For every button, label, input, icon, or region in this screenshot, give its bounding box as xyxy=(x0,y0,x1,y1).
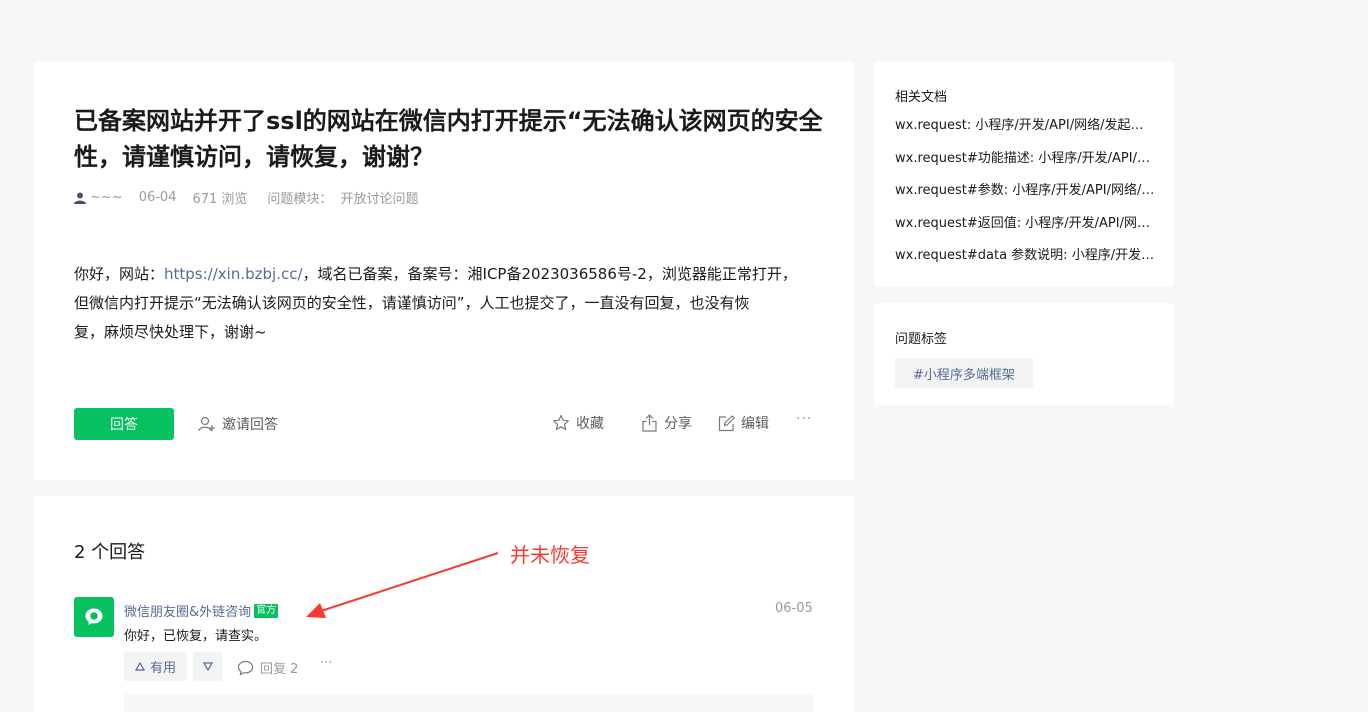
question-meta: ~~~ 06-04 671 浏览 问题模块： 开放讨论问题 xyxy=(74,188,418,207)
question-module-label: 问题模块： xyxy=(267,192,333,207)
body-prefix: 你好，网站： xyxy=(74,265,165,283)
related-docs-list: wx.request: 小程序/开发/API/网络/发起请求/wx.reques… xyxy=(895,118,1155,281)
edit-icon xyxy=(718,414,735,431)
answer-text: 你好，已恢复，请查实。 xyxy=(124,629,268,644)
edit-label: 编辑 xyxy=(741,416,769,432)
body-line1-rest: ，域名已备案，备案号：湘ICP备2023036586号-2，浏览器能正常打开， xyxy=(302,265,797,283)
body-line-2: 但微信内打开提示“无法确认该网页的安全性，请谨慎访问”，人工也提交了，一直没有回… xyxy=(74,294,750,312)
related-docs-card: 相关文档 wx.request: 小程序/开发/API/网络/发起请求/wx.r… xyxy=(874,61,1174,287)
question-module-link[interactable]: 开放讨论问题 xyxy=(340,188,418,207)
question-tags-title: 问题标签 xyxy=(895,332,948,347)
question-views: 671 浏览 xyxy=(192,192,248,207)
comment-icon xyxy=(237,660,254,676)
share-icon xyxy=(642,414,657,432)
reply-label: 回复 2 xyxy=(260,662,299,677)
reply-preview-box xyxy=(124,694,814,712)
related-docs-title: 相关文档 xyxy=(895,90,948,105)
favorite-label: 收藏 xyxy=(576,416,604,432)
reply-button[interactable]: 回复 2 xyxy=(237,658,298,677)
useful-button[interactable]: 有用 xyxy=(124,652,187,681)
body-link[interactable]: https://xin.bzbj.cc/ xyxy=(164,265,303,283)
tag-chip[interactable]: #小程序多端框架 xyxy=(895,358,1033,388)
question-author[interactable]: ~~~ xyxy=(90,190,123,205)
question-title: 已备案网站并开了ssl的网站在微信内打开提示“无法确认该网页的安全性，请谨慎访问… xyxy=(74,107,823,171)
not-useful-button[interactable] xyxy=(193,652,222,681)
more-options-button[interactable]: ··· xyxy=(796,411,812,427)
question-body: 你好，网站：https://xin.bzbj.cc/，域名已备案，备案号：湘IC… xyxy=(74,260,814,347)
star-icon xyxy=(553,414,569,431)
wechat-logo-icon xyxy=(85,608,103,625)
answer-author-name[interactable]: 微信朋友圈&外链咨询 xyxy=(124,601,251,620)
answer-more-button[interactable]: ··· xyxy=(320,656,332,671)
answer-author: 微信朋友圈&外链咨询 官方 xyxy=(124,601,279,620)
answers-card: 2 个回答 微信朋友圈&外链咨询 官方 06-05 你好，已恢复，请查实。 有用… xyxy=(34,496,854,712)
question-date: 06-04 xyxy=(138,190,177,205)
useful-label: 有用 xyxy=(149,661,176,676)
triangle-up-icon xyxy=(134,662,145,671)
favorite-button[interactable]: 收藏 xyxy=(552,413,604,433)
doc-link[interactable]: wx.request#返回值: 小程序/开发/API/网络/发起请求 xyxy=(895,216,1155,249)
doc-link[interactable]: wx.request#功能描述: 小程序/开发/API/网络/发起请求 xyxy=(895,151,1155,184)
answer-button[interactable]: 回答 xyxy=(74,408,174,440)
doc-link[interactable]: wx.request#data 参数说明: 小程序/开发/API/网络 xyxy=(895,248,1155,281)
question-tags-card: 问题标签 #小程序多端框架 xyxy=(874,303,1174,405)
edit-button[interactable]: 编辑 xyxy=(718,413,769,433)
body-line-3: 复，麻烦尽快处理下，谢谢~ xyxy=(74,323,267,341)
answer-date: 06-05 xyxy=(775,601,813,616)
doc-link[interactable]: wx.request#参数: 小程序/开发/API/网络/发起请求 xyxy=(895,183,1155,216)
annotation-text: 并未恢复 xyxy=(510,543,590,567)
doc-link[interactable]: wx.request: 小程序/开发/API/网络/发起请求/wx.reques… xyxy=(895,118,1155,151)
official-badge: 官方 xyxy=(254,603,279,618)
user-icon xyxy=(74,192,86,204)
triangle-down-icon xyxy=(202,662,213,671)
share-label: 分享 xyxy=(664,416,692,432)
avatar[interactable] xyxy=(74,597,114,637)
invite-answer-button[interactable]: 邀请回答 xyxy=(198,414,278,434)
invite-label: 邀请回答 xyxy=(222,417,278,433)
answer-count: 2 个回答 xyxy=(74,542,146,563)
share-button[interactable]: 分享 xyxy=(641,413,692,433)
question-card: 已备案网站并开了ssl的网站在微信内打开提示“无法确认该网页的安全性，请谨慎访问… xyxy=(34,61,854,480)
add-user-icon xyxy=(198,416,215,432)
